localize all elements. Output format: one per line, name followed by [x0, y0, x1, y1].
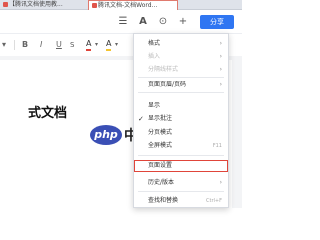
menu-divider	[138, 191, 224, 192]
shortcut-label: F11	[212, 143, 222, 149]
chevron-right-icon: ›	[219, 179, 222, 186]
font-size-dropdown[interactable]: ▾	[2, 39, 6, 51]
php-logo: php	[90, 125, 122, 145]
tencent-doc-favicon-icon	[92, 3, 97, 8]
browser-tab-active[interactable]: 腾讯文档-文档Word...	[88, 0, 178, 10]
tab-label: 腾讯文档-文档Word...	[98, 2, 158, 9]
browser-tab-strip: 【腾讯文档使用教... 腾讯文档-文档Word...	[0, 0, 242, 10]
view-menu-dropdown: 格式 › 插入 › 分隔线样式 › 页面页眉/页码 › 显示 ✓ 显示批注 分页模式 全屏…	[133, 33, 229, 208]
menu-item-header-footer[interactable]: 页面页眉/页码 ›	[134, 79, 228, 91]
menu-item-label: 分隔线样式	[148, 66, 179, 73]
menu-divider	[138, 92, 224, 93]
menu-item-page-mode[interactable]: 分页模式	[134, 127, 228, 139]
bold-button[interactable]: B	[22, 39, 28, 51]
document-title[interactable]: 式文档	[28, 102, 67, 121]
tab-label: 【腾讯文档使用教...	[9, 1, 63, 8]
browser-tab[interactable]: 【腾讯文档使用教...	[0, 0, 86, 10]
menu-item-label: 全屏模式	[148, 142, 173, 149]
font-color-dropdown-icon[interactable]: ▾	[95, 39, 98, 51]
toolbar-divider	[14, 40, 15, 50]
tencent-doc-favicon-icon	[3, 2, 8, 7]
menu-item-find-replace[interactable]: 查找和替换 Ctrl+F	[134, 195, 228, 207]
menu-item-history[interactable]: 历史/版本 ›	[134, 177, 228, 189]
menu-item-label: 显示	[148, 102, 161, 109]
app-header: ☰ A ⊙ + 分享	[0, 10, 242, 34]
menu-item-label: 页面设置	[148, 162, 173, 169]
chevron-right-icon: ›	[219, 81, 222, 88]
menu-item-insert[interactable]: 插入 ›	[134, 51, 228, 63]
italic-button[interactable]: I	[40, 39, 42, 51]
strikethrough-icon[interactable]: S	[70, 39, 74, 51]
underline-button[interactable]: U	[56, 39, 62, 51]
shortcut-label: Ctrl+F	[206, 198, 222, 204]
chevron-right-icon: ›	[219, 40, 222, 47]
chevron-right-icon: ›	[219, 66, 222, 73]
share-button[interactable]: 分享	[200, 15, 234, 29]
menu-item-format[interactable]: 格式 ›	[134, 38, 228, 50]
menu-item-label: 查找和替换	[148, 197, 179, 204]
hamburger-icon[interactable]: ☰	[116, 15, 130, 29]
menu-item-show-comments[interactable]: ✓ 显示批注	[134, 113, 228, 125]
font-color-button[interactable]: A	[86, 39, 92, 51]
collab-icon[interactable]: ⊙	[156, 15, 170, 29]
menu-item-label: 页面页眉/页码	[148, 81, 187, 88]
menu-item-show[interactable]: 显示	[134, 100, 228, 112]
menu-divider	[138, 77, 224, 78]
menu-item-label: 分页模式	[148, 129, 173, 136]
menu-item-label: 格式	[148, 40, 161, 47]
add-icon[interactable]: +	[176, 15, 190, 29]
chevron-right-icon: ›	[219, 53, 222, 60]
checkmark-icon: ✓	[138, 115, 144, 123]
menu-divider	[138, 155, 224, 156]
highlight-color-button[interactable]: A	[106, 39, 112, 51]
highlight-dropdown-icon[interactable]: ▾	[115, 39, 118, 51]
menu-item-fullscreen[interactable]: 全屏模式 F11	[134, 140, 228, 152]
menu-item-label: 历史/版本	[148, 179, 175, 186]
menu-item-divider-style[interactable]: 分隔线样式 ›	[134, 64, 228, 76]
menu-item-label: 显示批注	[148, 115, 173, 122]
menu-item-page-setup[interactable]: 页面设置	[134, 160, 228, 172]
menu-item-label: 插入	[148, 53, 161, 60]
text-style-icon[interactable]: A	[136, 15, 150, 29]
